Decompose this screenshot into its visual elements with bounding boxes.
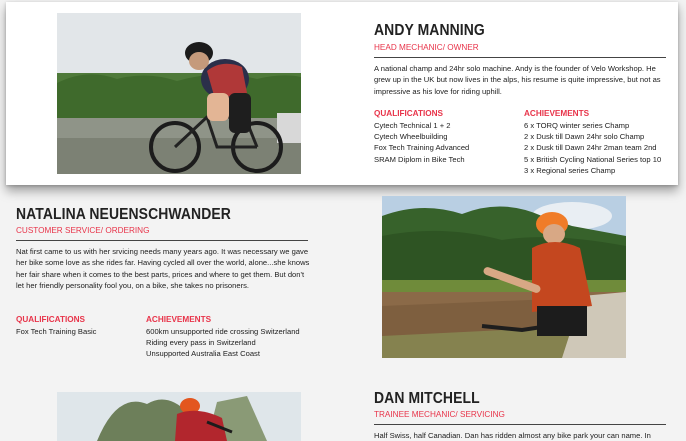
member-bio: A national champ and 24hr solo machine. … [374, 64, 661, 96]
list-item: 3 x Regional series Champ [524, 165, 616, 175]
list-item: Fox Tech Training Advanced [374, 143, 470, 153]
natalina-photo [382, 196, 626, 358]
list-item: 2 x Dusk till Dawn 24hr solo Champ [524, 132, 645, 142]
list-item: Cytech Wheelbuilding [374, 132, 448, 142]
qualifications-heading: QUALIFICATIONS [16, 315, 85, 324]
list-item: 600km unsupported ride crossing Switzerl… [146, 327, 300, 336]
list-item: Fox Tech Training Basic [16, 327, 97, 336]
list-item: 6 x TORQ winter series Champ [524, 121, 630, 130]
member-role: TRAINEE MECHANIC/ SERVICING [374, 410, 505, 419]
list-item: 5 x British Cycling National Series top … [524, 154, 662, 164]
member-role: CUSTOMER SERVICE/ ORDERING [16, 226, 150, 235]
member-name: NATALINA NEUENSCHWANDER [16, 206, 231, 223]
list-item: 2 x Dusk till Dawn 24hr 2man team 2nd [524, 143, 657, 153]
qualifications-list: Fox Tech Training Basic [16, 326, 96, 337]
list-item: Unsupported Australia East Coast [146, 349, 260, 359]
achievements-list: 6 x TORQ winter series Champ 2 x Dusk ti… [524, 120, 661, 176]
achievements-heading: ACHIEVEMENTS [524, 109, 590, 118]
list-item: Riding every pass in Switzerland [146, 338, 256, 348]
divider [16, 240, 308, 241]
qualifications-heading: QUALIFICATIONS [374, 109, 443, 118]
andy-photo [57, 13, 301, 174]
divider [374, 424, 666, 425]
achievements-list: 600km unsupported ride crossing Switzerl… [146, 326, 300, 360]
dan-photo [57, 392, 301, 441]
member-name: ANDY MANNING [374, 22, 485, 39]
member-role: HEAD MECHANIC/ OWNER [374, 43, 479, 52]
achievements-heading: ACHIEVEMENTS [146, 315, 212, 324]
member-name: DAN MITCHELL [374, 390, 480, 407]
list-item: Cytech Technical 1 + 2 [374, 121, 451, 130]
member-bio: Nat first came to us with her srvicing n… [16, 247, 310, 291]
qualifications-list: Cytech Technical 1 + 2 Cytech Wheelbuild… [374, 120, 469, 165]
list-item: SRAM Diplom in Bike Tech [374, 154, 465, 164]
member-bio: Half Swiss, half Canadian. Dan has ridde… [374, 431, 651, 440]
divider [374, 57, 666, 58]
